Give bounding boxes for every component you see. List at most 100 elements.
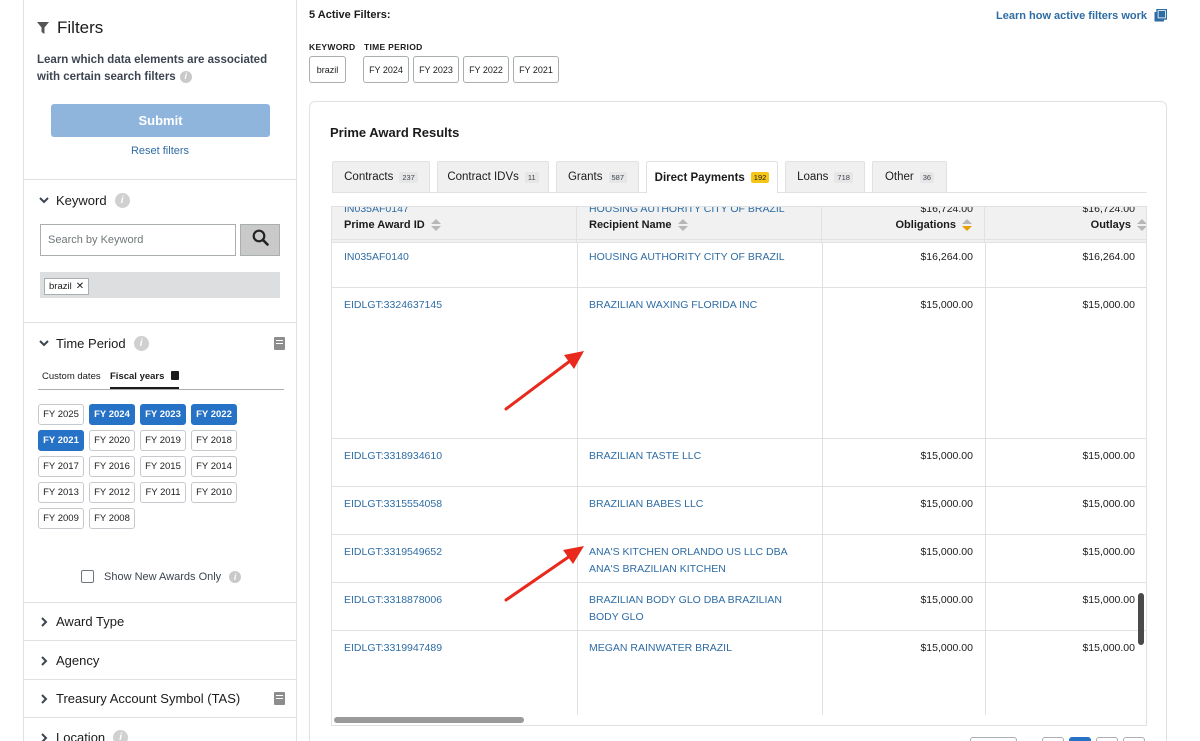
obligations-value: $15,000.00 (920, 642, 973, 654)
fiscal-year-button[interactable]: FY 2016 (89, 456, 135, 477)
time-period-section-title: Time Period (56, 336, 126, 351)
tab-direct-payments[interactable]: Direct Payments 192 (646, 161, 778, 193)
time-filter-chip[interactable]: FY 2024 (363, 56, 409, 83)
tab-contracts[interactable]: Contracts 237 (332, 161, 430, 192)
learn-active-filters-link[interactable]: Learn how active filters work (996, 9, 1167, 22)
fiscal-year-button[interactable]: FY 2023 (140, 404, 186, 425)
keyword-search-input[interactable]: Search by Keyword (40, 224, 236, 256)
pagination-button[interactable] (1042, 737, 1064, 741)
fiscal-year-button[interactable]: FY 2021 (38, 430, 84, 451)
time-period-tabs: Custom dates Fiscal years (38, 368, 284, 390)
award-type-section-header[interactable]: Award Type (38, 614, 124, 629)
filters-sidebar: Filters Learn which data elements are as… (23, 0, 297, 741)
award-id-link[interactable]: EIDLGT:3319947489 (344, 640, 569, 657)
fiscal-year-button[interactable]: FY 2017 (38, 456, 84, 477)
tab-other[interactable]: Other 36 (872, 161, 947, 192)
award-id-link[interactable]: EIDLGT:3315554058 (344, 496, 569, 513)
tab-count-badge: 237 (399, 171, 418, 183)
new-awards-checkbox[interactable] (81, 570, 94, 583)
fiscal-year-button[interactable]: FY 2009 (38, 508, 84, 529)
time-period-section-header[interactable]: Time Period i (38, 336, 149, 351)
time-filter-chip[interactable]: FY 2023 (413, 56, 459, 83)
reset-filters-link[interactable]: Reset filters (51, 145, 269, 157)
sort-icon[interactable] (1137, 218, 1146, 231)
outlays-value: $15,000.00 (1082, 546, 1135, 558)
award-id-link[interactable]: EIDLGT:3319549652 (344, 544, 569, 561)
row-divider (332, 582, 1146, 583)
keyword-search-button[interactable] (240, 224, 280, 256)
tab-contract-idvs[interactable]: Contract IDVs 11 (437, 161, 549, 192)
fiscal-year-button[interactable]: FY 2022 (191, 404, 237, 425)
fiscal-year-button[interactable]: FY 2010 (191, 482, 237, 503)
time-filter-chip[interactable]: FY 2022 (463, 56, 509, 83)
fiscal-year-button[interactable]: FY 2011 (140, 482, 186, 503)
outlays-value: $15,000.00 (1082, 642, 1135, 654)
keyword-section-header[interactable]: Keyword i (38, 193, 130, 208)
fiscal-year-button[interactable]: FY 2020 (89, 430, 135, 451)
page-size-select[interactable] (970, 737, 1017, 741)
fiscal-year-button[interactable]: FY 2018 (191, 430, 237, 451)
recipient-name-link[interactable]: BRAZILIAN BABES LLC (589, 496, 814, 513)
award-id-link[interactable]: EIDLGT:3324637145 (344, 297, 569, 314)
obligations-value: $15,000.00 (920, 450, 973, 462)
outlays-value: $15,000.00 (1082, 594, 1135, 606)
award-id-link[interactable]: EIDLGT:3318878006 (344, 592, 569, 609)
location-section-header[interactable]: Location i (38, 730, 129, 741)
pagination-button[interactable] (1123, 737, 1145, 741)
book-icon[interactable] (274, 337, 285, 350)
pagination-current-page[interactable] (1069, 737, 1091, 741)
new-awards-only[interactable]: Show New Awards Only i (81, 570, 242, 583)
info-icon[interactable]: i (113, 730, 129, 741)
info-icon[interactable]: i (229, 570, 242, 583)
info-icon[interactable]: i (114, 193, 130, 208)
recipient-name-link[interactable]: HOUSING AUTHORITY CITY OF BRAZIL (589, 249, 814, 266)
obligations-value: $15,000.00 (920, 299, 973, 311)
tab-loans[interactable]: Loans 718 (785, 161, 865, 192)
recipient-name-link[interactable]: BRAZILIAN WAXING FLORIDA INC (589, 297, 814, 314)
sort-icon[interactable] (677, 218, 688, 231)
obligations-value: $15,000.00 (920, 594, 973, 606)
fiscal-year-button[interactable]: FY 2024 (89, 404, 135, 425)
chevron-down-icon (38, 197, 50, 204)
keyword-tags: brazil ✕ (40, 272, 280, 298)
fiscal-year-button[interactable]: FY 2013 (38, 482, 84, 503)
recipient-name-link[interactable]: ANA'S KITCHEN ORLANDO US LLC DBA ANA'S B… (589, 544, 814, 578)
time-filter-chip[interactable]: FY 2021 (513, 56, 559, 83)
vertical-scrollbar[interactable] (1138, 593, 1144, 645)
fiscal-year-button[interactable]: FY 2025 (38, 404, 84, 425)
tab-fiscal-years[interactable]: Fiscal years (110, 371, 180, 389)
fiscal-year-button[interactable]: FY 2008 (89, 508, 135, 529)
recipient-name-link[interactable]: HOUSING AUTHORITY CITY OF BRAZIL (589, 207, 814, 218)
row-divider (332, 534, 1146, 535)
fiscal-year-button[interactable]: FY 2019 (140, 430, 186, 451)
sort-icon[interactable] (430, 218, 441, 231)
info-icon[interactable]: i (179, 70, 192, 83)
outlays-value: $15,000.00 (1082, 299, 1135, 311)
fiscal-year-button[interactable]: FY 2015 (140, 456, 186, 477)
recipient-name-link[interactable]: MEGAN RAINWATER BRAZIL (589, 640, 814, 657)
sort-icon[interactable] (962, 218, 972, 231)
outlays-value: $15,000.00 (1082, 498, 1135, 510)
award-id-link[interactable]: IN035AF0147 (344, 207, 569, 218)
tab-grants[interactable]: Grants 587 (556, 161, 639, 192)
fiscal-year-button[interactable]: FY 2014 (191, 456, 237, 477)
recipient-name-link[interactable]: BRAZILIAN TASTE LLC (589, 448, 814, 465)
tab-custom-dates[interactable]: Custom dates (42, 371, 101, 382)
tab-count-badge: 718 (834, 171, 853, 183)
horizontal-scrollbar[interactable] (334, 717, 524, 723)
divider (24, 322, 296, 323)
book-icon[interactable] (274, 692, 285, 705)
pagination-button[interactable] (1096, 737, 1118, 741)
fiscal-year-button[interactable]: FY 2012 (89, 482, 135, 503)
recipient-name-link[interactable]: BRAZILIAN BODY GLO DBA BRAZILIAN BODY GL… (589, 592, 814, 626)
keyword-tag[interactable]: brazil ✕ (44, 278, 90, 295)
info-icon[interactable]: i (133, 336, 149, 351)
close-icon[interactable]: ✕ (76, 281, 84, 292)
agency-section-header[interactable]: Agency (38, 653, 99, 668)
award-id-link[interactable]: IN035AF0140 (344, 249, 569, 266)
search-icon (252, 229, 269, 251)
submit-button[interactable]: Submit (51, 104, 270, 137)
award-id-link[interactable]: EIDLGT:3318934610 (344, 448, 569, 465)
tas-section-header[interactable]: Treasury Account Symbol (TAS) (38, 691, 240, 706)
keyword-filter-chip[interactable]: brazil (309, 56, 346, 83)
